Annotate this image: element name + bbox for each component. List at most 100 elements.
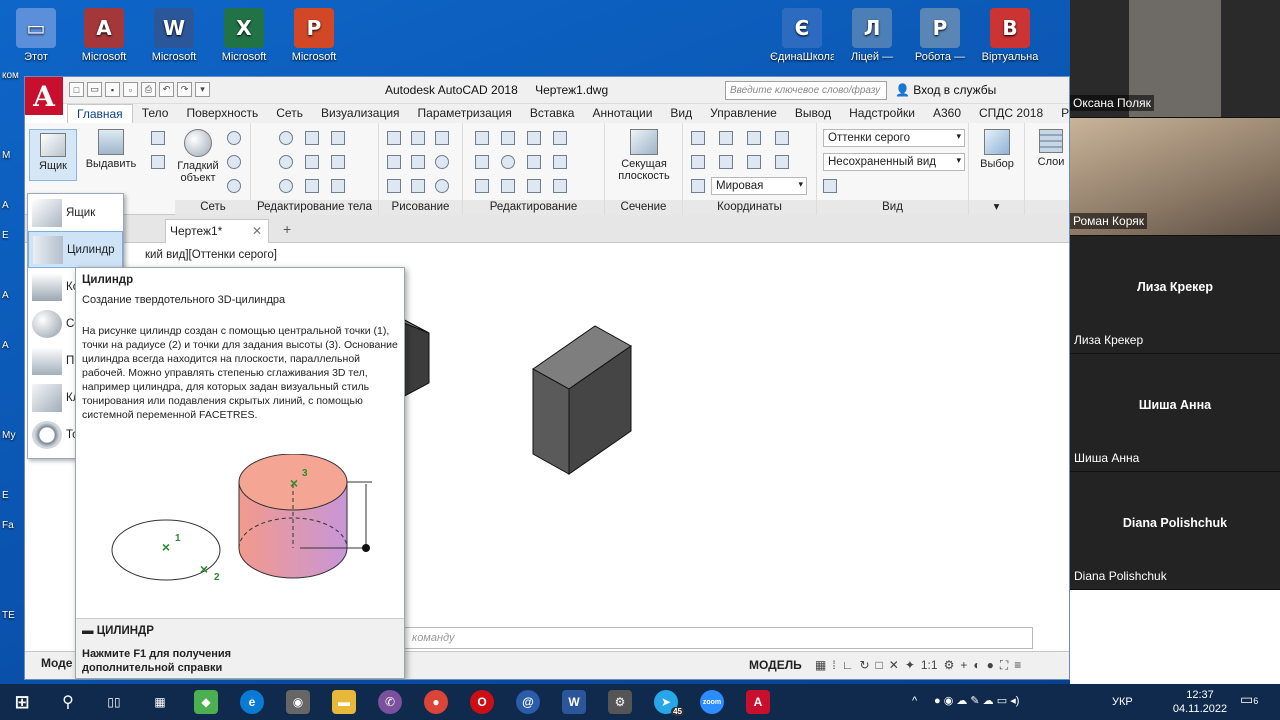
desktop-edge-label[interactable]: А bbox=[2, 340, 9, 351]
spline-icon[interactable] bbox=[387, 155, 401, 169]
snap-icon[interactable]: ⁞ bbox=[832, 658, 835, 673]
extrude-button[interactable]: Выдавить bbox=[83, 129, 139, 170]
customize-dropdown-icon[interactable]: ▾ bbox=[195, 82, 210, 97]
group-title-layers[interactable] bbox=[1025, 200, 1069, 215]
desktop-edge-label[interactable]: Fa bbox=[2, 520, 14, 531]
polyline-icon[interactable] bbox=[411, 131, 425, 145]
subtract-icon[interactable] bbox=[279, 155, 293, 169]
ucs-origin-icon[interactable] bbox=[719, 131, 733, 145]
close-icon[interactable]: ✕ bbox=[252, 224, 262, 238]
redo-icon[interactable]: ↷ bbox=[177, 82, 192, 97]
ribbon-tab[interactable]: Тело bbox=[133, 104, 178, 123]
separate-icon[interactable] bbox=[331, 155, 345, 169]
flyout-item[interactable]: Цилиндр bbox=[28, 231, 123, 268]
ucs-z-icon[interactable] bbox=[719, 155, 733, 169]
imprint-icon[interactable] bbox=[331, 131, 345, 145]
hardware-icon[interactable]: ● bbox=[987, 658, 994, 673]
desktop-shortcut[interactable]: Є ЄдинаШкола bbox=[770, 8, 834, 63]
circle-icon[interactable] bbox=[435, 155, 449, 169]
ortho-icon[interactable]: ∟ bbox=[842, 658, 854, 673]
model-space-button[interactable]: МОДЕЛЬ bbox=[749, 658, 802, 672]
box-button[interactable]: Ящик bbox=[29, 129, 77, 181]
ucs-x-icon[interactable] bbox=[747, 131, 761, 145]
group-title-view[interactable]: Вид bbox=[817, 200, 968, 215]
group-title-modify[interactable]: Редактирование bbox=[463, 200, 604, 215]
ribbon-tab[interactable]: Сеть bbox=[267, 104, 312, 123]
new-file-icon[interactable]: □ bbox=[69, 82, 84, 97]
ucs-y-icon[interactable] bbox=[775, 131, 789, 145]
fullscreen-icon[interactable]: ⛶ bbox=[1000, 658, 1008, 673]
open-file-icon[interactable]: ▭ bbox=[87, 82, 102, 97]
telegram-icon[interactable]: ➤ 45 bbox=[654, 690, 684, 716]
file-explorer-icon[interactable]: ▬ bbox=[332, 690, 356, 714]
ucs-combo[interactable]: Мировая ▾ bbox=[711, 177, 807, 195]
viewport-config-icon[interactable] bbox=[823, 179, 837, 193]
customize-icon[interactable]: ≡ bbox=[1014, 658, 1021, 673]
tray-icons[interactable]: ● ◉ ☁ ✎ ☁ ▭ ◂) bbox=[934, 694, 1019, 708]
group-title-mesh[interactable]: Сеть bbox=[175, 200, 251, 215]
ellipse-icon[interactable] bbox=[435, 179, 449, 193]
desktop-shortcut[interactable]: Р Робота — bbox=[908, 8, 972, 63]
offset-icon[interactable] bbox=[553, 179, 567, 193]
union-icon[interactable] bbox=[279, 131, 293, 145]
desktop-edge-label[interactable]: Му bbox=[2, 430, 15, 441]
ucs-view-icon[interactable] bbox=[691, 155, 705, 169]
signin-button[interactable]: 👤 Вход в службы bbox=[895, 83, 996, 97]
desktop-edge-label[interactable]: Е bbox=[2, 230, 9, 241]
loft-tool-icon[interactable] bbox=[151, 155, 165, 169]
ribbon-tab[interactable]: Аннотации bbox=[583, 104, 661, 123]
mesh-add-icon[interactable] bbox=[227, 131, 241, 145]
desktop-shortcut[interactable]: X Microsoft bbox=[212, 8, 276, 63]
task-view-icon[interactable]: ▯▯ bbox=[102, 690, 126, 714]
desktop-shortcut[interactable]: Л Ліцей — bbox=[840, 8, 904, 63]
desktop-edge-label[interactable]: TE bbox=[2, 610, 15, 621]
visual-style-combo[interactable]: Оттенки серого ▾ bbox=[823, 129, 965, 147]
camera-icon[interactable]: ◉ bbox=[286, 690, 310, 714]
ucs-icon[interactable] bbox=[691, 131, 705, 145]
layers-app-icon[interactable]: ◆ bbox=[194, 690, 218, 714]
workspace-gear-icon[interactable]: ⚙ bbox=[944, 658, 955, 673]
trim-icon[interactable] bbox=[475, 155, 489, 169]
annotation-icon[interactable]: ✦ bbox=[905, 658, 915, 673]
desktop-edge-label[interactable]: Е bbox=[2, 490, 9, 501]
word-icon[interactable]: W bbox=[562, 690, 586, 714]
mail-icon[interactable]: @ bbox=[516, 690, 540, 714]
rectangle-icon[interactable] bbox=[411, 179, 425, 193]
3dmirror-icon[interactable] bbox=[553, 155, 567, 169]
group-title-selection[interactable]: ▾ bbox=[969, 200, 1024, 215]
ribbon-tab[interactable]: Вывод bbox=[786, 104, 840, 123]
desktop-edge-label[interactable]: А bbox=[2, 200, 9, 211]
ucs-3point-icon[interactable] bbox=[747, 155, 761, 169]
extract-edges-icon[interactable] bbox=[305, 131, 319, 145]
ribbon-tab[interactable]: Вставка bbox=[521, 104, 584, 123]
ribbon-tab[interactable]: Параметризация bbox=[409, 104, 521, 123]
ribbon-tab[interactable]: Главная bbox=[67, 104, 133, 123]
group-title-draw[interactable]: Рисование bbox=[379, 200, 462, 215]
language-indicator[interactable]: УКР bbox=[1112, 695, 1133, 709]
section-plane-button[interactable]: Секущая плоскость bbox=[609, 129, 679, 182]
doc-tab-drawing1[interactable]: Чертеж1* ✕ bbox=[165, 219, 269, 243]
undo-icon[interactable]: ↶ bbox=[159, 82, 174, 97]
save-as-icon[interactable]: ▫ bbox=[123, 82, 138, 97]
intersect-icon[interactable] bbox=[279, 179, 293, 193]
desktop-shortcut[interactable]: A Microsoft bbox=[72, 8, 136, 63]
command-line-input[interactable]: команду bbox=[403, 627, 1033, 649]
solid-tool-icon[interactable] bbox=[151, 131, 165, 145]
isolate-icon[interactable]: ◐ bbox=[973, 658, 980, 673]
notification-icon[interactable]: ▭6 bbox=[1240, 692, 1258, 708]
line-icon[interactable] bbox=[387, 131, 401, 145]
desktop-shortcut[interactable]: W Microsoft bbox=[142, 8, 206, 63]
box-solid-2[interactable] bbox=[532, 325, 632, 475]
ribbon-tab[interactable]: Вид bbox=[661, 104, 701, 123]
ribbon-tab[interactable]: Управление bbox=[701, 104, 786, 123]
desktop-edge-label[interactable]: А bbox=[2, 290, 9, 301]
add-icon[interactable]: + bbox=[960, 658, 967, 673]
grid-icon[interactable]: ▦ bbox=[815, 658, 826, 673]
autocad-logo-button[interactable]: A bbox=[25, 77, 63, 115]
tray-arrow-icon[interactable]: ^ bbox=[912, 694, 917, 708]
arc-icon[interactable] bbox=[435, 131, 449, 145]
mirror-icon[interactable] bbox=[527, 155, 541, 169]
group-title-coordinates[interactable]: Координаты bbox=[683, 200, 816, 215]
3dalign-icon[interactable] bbox=[553, 131, 567, 145]
desktop-edge-label[interactable]: М bbox=[2, 150, 10, 161]
